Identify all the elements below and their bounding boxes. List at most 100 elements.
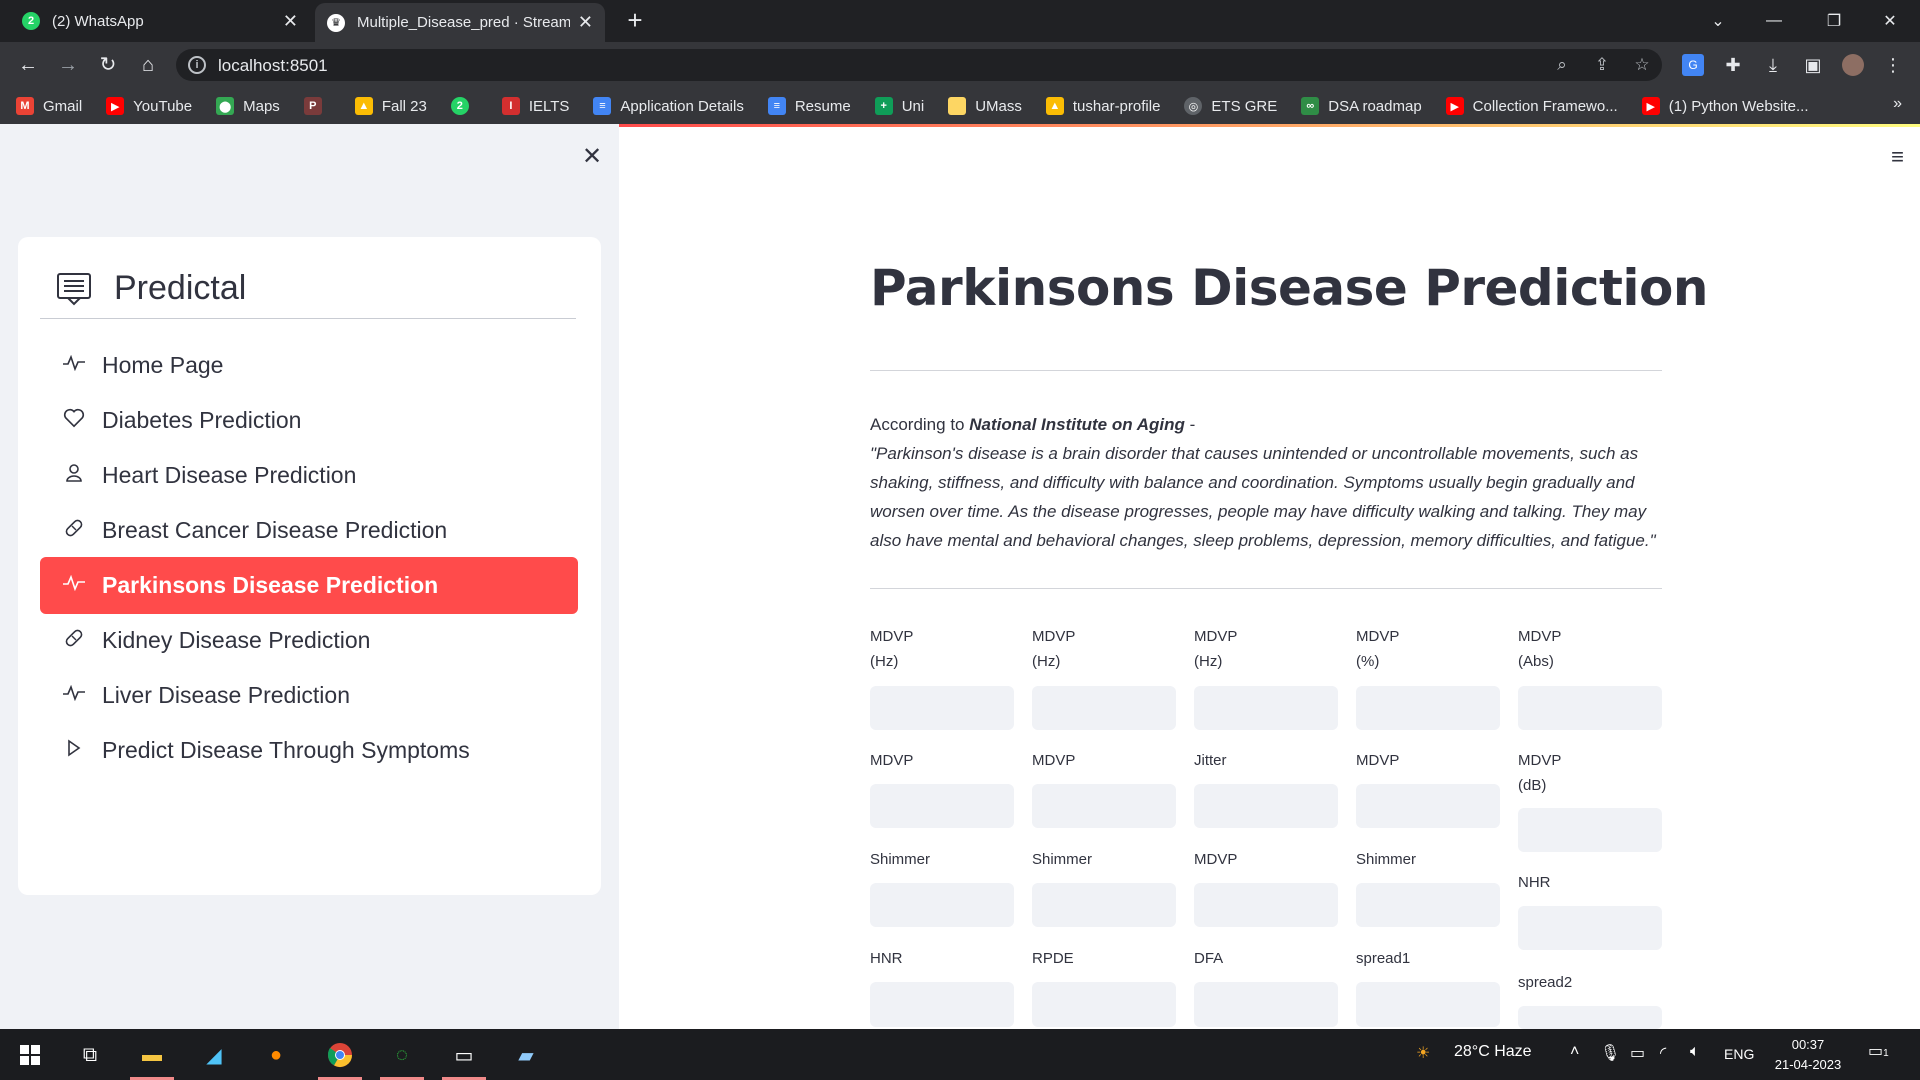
task-view-icon[interactable]: ⧉ bbox=[72, 1037, 108, 1073]
youtube-icon: ▶ bbox=[1445, 97, 1464, 115]
shimmer-apq3-input[interactable] bbox=[870, 883, 1014, 927]
new-tab-button[interactable]: + bbox=[620, 6, 650, 36]
tab-streamlit[interactable]: ♛ Multiple_Disease_pred · Streamlit ✕ bbox=[315, 3, 605, 42]
menu-dots-icon[interactable]: ⋮ bbox=[1882, 54, 1904, 76]
extensions-icon[interactable]: ✚ bbox=[1722, 54, 1744, 76]
bookmark-resume[interactable]: ≡ Resume bbox=[767, 97, 851, 115]
bookmark-gmail[interactable]: M Gmail bbox=[16, 97, 82, 115]
close-icon[interactable]: ✕ bbox=[578, 12, 593, 33]
bookmark-tushar-profile[interactable]: ▲ tushar-profile bbox=[1045, 97, 1160, 115]
omnibox[interactable]: i localhost:8501 ⌕ ⇪ ☆ bbox=[176, 49, 1662, 81]
dfa-input[interactable] bbox=[1194, 982, 1338, 1027]
microphone-icon[interactable]: 🎙︎ bbox=[1600, 1043, 1620, 1063]
close-sidebar-icon[interactable]: ✕ bbox=[580, 142, 604, 171]
bookmark-star-icon[interactable]: ☆ bbox=[1631, 55, 1653, 75]
docs-icon: ≡ bbox=[593, 97, 612, 115]
activity-icon bbox=[60, 574, 88, 597]
mdvp-ppq-input[interactable] bbox=[1032, 784, 1176, 828]
sidebar-item-diabetes[interactable]: Diabetes Prediction bbox=[40, 392, 578, 449]
tab-whatsapp[interactable]: 2 (2) WhatsApp ✕ bbox=[10, 0, 310, 42]
weather-text[interactable]: 28°C Haze bbox=[1454, 1043, 1532, 1061]
more-bookmarks-icon[interactable]: » bbox=[1893, 95, 1902, 113]
bookmark-python-website[interactable]: ▶ (1) Python Website... bbox=[1641, 97, 1809, 115]
mdvp-jitter-percent-input[interactable] bbox=[1356, 686, 1500, 730]
close-window-button[interactable]: ✕ bbox=[1862, 0, 1918, 42]
jitter-ddp-input[interactable] bbox=[1194, 784, 1338, 828]
vscode-remote-icon[interactable]: ◢ bbox=[196, 1037, 232, 1073]
tab-title: (2) WhatsApp bbox=[52, 12, 144, 30]
mdvp-fo-hz-input[interactable] bbox=[870, 686, 1014, 730]
mdvp-flo-hz-input[interactable] bbox=[1194, 686, 1338, 730]
sidebar-item-liver-disease[interactable]: Liver Disease Prediction bbox=[40, 667, 578, 724]
sidebar-item-label: Kidney Disease Prediction bbox=[102, 627, 371, 653]
download-icon[interactable]: ⤓ bbox=[1762, 54, 1784, 76]
bookmark-collection-framework[interactable]: ▶ Collection Framewo... bbox=[1445, 97, 1618, 115]
back-icon[interactable]: ← bbox=[14, 51, 42, 79]
shimmer-dda-input[interactable] bbox=[1356, 883, 1500, 927]
sidebar-item-label: Parkinsons Disease Prediction bbox=[102, 572, 439, 598]
bookmark-dsa-roadmap[interactable]: ∞ DSA roadmap bbox=[1301, 97, 1422, 115]
show-hidden-icons[interactable]: ˄ bbox=[1570, 1043, 1579, 1061]
terminal-icon[interactable]: ▭ bbox=[446, 1037, 482, 1073]
notes-app-icon[interactable]: ▰ bbox=[508, 1037, 544, 1073]
minimize-button[interactable]: — bbox=[1746, 0, 1802, 42]
hnr-input[interactable] bbox=[870, 982, 1014, 1027]
file-explorer-icon[interactable]: ▬ bbox=[134, 1037, 170, 1073]
notification-icon[interactable]: ▭1 bbox=[1868, 1041, 1889, 1061]
chrome-icon[interactable] bbox=[322, 1037, 358, 1073]
reload-icon[interactable]: ↻ bbox=[94, 51, 122, 79]
mdvp-apq-input[interactable] bbox=[1194, 883, 1338, 927]
tab-search-icon[interactable]: ⌄ bbox=[1690, 0, 1746, 42]
avatar[interactable] bbox=[1842, 54, 1864, 76]
bookmark-ielts[interactable]: I IELTS bbox=[501, 97, 569, 115]
tab-title: Multiple_Disease_pred · Streamlit bbox=[357, 14, 570, 31]
mdvp-shimmer-db-input[interactable] bbox=[1518, 808, 1662, 852]
bookmark-whatsapp[interactable]: 2 bbox=[450, 97, 478, 115]
spread1-input[interactable] bbox=[1356, 982, 1500, 1027]
clock[interactable]: 00:37 21-04-2023 bbox=[1758, 1035, 1858, 1075]
zoom-icon[interactable]: ⌕ bbox=[1551, 55, 1573, 75]
bookmark-application-details[interactable]: ≡ Application Details bbox=[593, 97, 744, 115]
bookmark-pr[interactable]: P bbox=[303, 97, 331, 115]
mdvp-fhi-hz-input[interactable] bbox=[1032, 686, 1176, 730]
bookmark-fall-23[interactable]: ▲ Fall 23 bbox=[354, 97, 427, 115]
url-text[interactable]: localhost:8501 bbox=[218, 56, 328, 76]
sidebar-item-symptoms[interactable]: Predict Disease Through Symptoms bbox=[40, 722, 578, 779]
windows-start-icon[interactable] bbox=[12, 1037, 48, 1073]
restore-button[interactable]: ❐ bbox=[1806, 0, 1862, 42]
fl-studio-icon[interactable]: ● bbox=[258, 1037, 294, 1073]
sidebar-item-breast-cancer[interactable]: Breast Cancer Disease Prediction bbox=[40, 502, 578, 559]
mdvp-jitter-abs-input[interactable] bbox=[1518, 686, 1662, 730]
share-icon[interactable]: ⇪ bbox=[1591, 55, 1613, 75]
volume-icon[interactable]: 🔈︎ bbox=[1690, 1043, 1700, 1061]
spread2-input[interactable] bbox=[1518, 1006, 1662, 1029]
home-icon[interactable]: ⌂ bbox=[134, 51, 162, 79]
youtube-icon: ▶ bbox=[106, 97, 125, 115]
sidebar-item-heart-disease[interactable]: Heart Disease Prediction bbox=[40, 447, 578, 504]
forward-icon[interactable]: → bbox=[54, 51, 82, 79]
site-info-icon[interactable]: i bbox=[188, 56, 206, 74]
bookmark-maps[interactable]: ⬤ Maps bbox=[216, 97, 280, 115]
mdvp-rap-input[interactable] bbox=[870, 784, 1014, 828]
loading-app-icon[interactable]: ◌ bbox=[384, 1037, 420, 1073]
rpde-input[interactable] bbox=[1032, 982, 1176, 1027]
sidebar-item-parkinsons[interactable]: Parkinsons Disease Prediction bbox=[40, 557, 578, 614]
bookmark-uni[interactable]: + Uni bbox=[874, 97, 924, 115]
language-indicator[interactable]: ENG bbox=[1724, 1046, 1754, 1062]
wifi-icon[interactable]: ◜ bbox=[1660, 1043, 1666, 1063]
shimmer-apq5-input[interactable] bbox=[1032, 883, 1176, 927]
bookmark-umass[interactable]: UMass bbox=[948, 97, 1022, 115]
sidebar-item-kidney-disease[interactable]: Kidney Disease Prediction bbox=[40, 612, 578, 669]
sidebar-item-home-page[interactable]: Home Page bbox=[40, 337, 578, 394]
side-panel-icon[interactable]: ▣ bbox=[1802, 54, 1824, 76]
close-icon[interactable]: ✕ bbox=[283, 11, 298, 32]
bookmark-ets-gre[interactable]: ◎ ETS GRE bbox=[1184, 97, 1277, 115]
battery-icon[interactable]: ▭ bbox=[1630, 1043, 1645, 1063]
nhr-input[interactable] bbox=[1518, 906, 1662, 950]
bookmarks-bar: M Gmail ▶ YouTube ⬤ Maps P ▲ Fall 23 2 I IELT… bbox=[0, 88, 1920, 124]
bookmark-youtube[interactable]: ▶ YouTube bbox=[106, 97, 192, 115]
hamburger-menu-icon[interactable]: ≡ bbox=[1891, 144, 1904, 170]
translate-extension-icon[interactable]: G bbox=[1682, 54, 1704, 76]
mdvp-shimmer-input[interactable] bbox=[1356, 784, 1500, 828]
field-label: MDVP bbox=[1518, 628, 1562, 645]
